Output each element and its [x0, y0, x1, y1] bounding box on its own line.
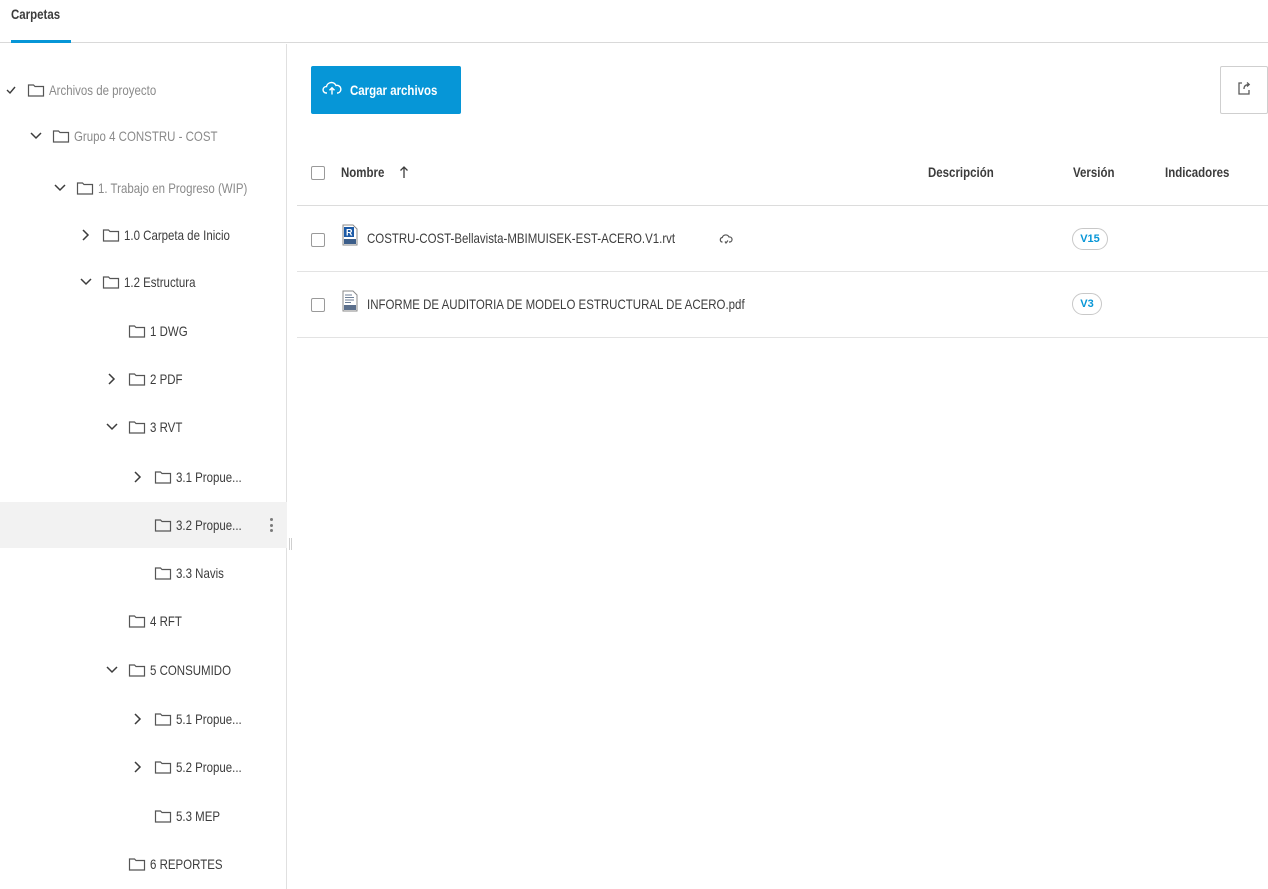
folder-icon — [102, 274, 120, 290]
tree-item-3-2-propuesta[interactable]: 3.2 Propue... — [0, 502, 287, 548]
sort-ascending-icon[interactable] — [399, 165, 409, 184]
folder-icon — [27, 82, 45, 98]
tab-bar: Carpetas — [0, 0, 1268, 43]
tree-item-label: 6 REPORTES — [150, 856, 223, 872]
share-button[interactable] — [1220, 66, 1268, 114]
tree-item-label: 5.2 Propue... — [176, 759, 242, 775]
chevron-down-icon[interactable] — [52, 180, 68, 196]
svg-text:R: R — [346, 228, 353, 238]
chevron-right-icon[interactable] — [130, 711, 146, 727]
folder-icon — [128, 613, 146, 629]
tree-item-label: 2 PDF — [150, 371, 183, 387]
tree-item-3-3-navis[interactable]: 3.3 Navis — [0, 550, 287, 596]
version-badge[interactable]: V15 — [1072, 228, 1108, 250]
folder-icon — [154, 565, 172, 581]
chevron-down-icon[interactable] — [104, 419, 120, 435]
check-icon[interactable] — [3, 82, 19, 98]
folder-icon — [76, 180, 94, 196]
tree-item-5-3-mep[interactable]: 5.3 MEP — [0, 793, 287, 839]
row-checkbox[interactable] — [311, 298, 325, 312]
tree-item-label: 5.3 MEP — [176, 808, 221, 824]
select-all-checkbox[interactable] — [311, 166, 325, 180]
tree-item-label: 1. Trabajo en Progreso (WIP) — [98, 180, 248, 196]
tree-item-label: 3.2 Propue... — [176, 517, 242, 533]
tree-item-label: 3 RVT — [150, 419, 183, 435]
tab-carpetas[interactable]: Carpetas — [11, 6, 60, 22]
tree-item-6-reportes[interactable]: 6 REPORTES — [0, 841, 287, 887]
column-header-version[interactable]: Versión — [1073, 164, 1114, 180]
column-header-name[interactable]: Nombre — [341, 164, 384, 180]
upload-files-label: Cargar archivos — [350, 82, 438, 98]
file-name[interactable]: INFORME DE AUDITORIA DE MODELO ESTRUCTUR… — [367, 296, 745, 312]
tree-item-5-2-propuesta[interactable]: 5.2 Propue... — [0, 744, 287, 790]
column-header-flags[interactable]: Indicadores — [1165, 164, 1229, 180]
sidebar-resize-handle[interactable] — [289, 538, 292, 550]
tree-item-5-consumido[interactable]: 5 CONSUMIDO — [0, 647, 287, 693]
chevron-down-icon[interactable] — [78, 274, 94, 290]
table-row[interactable]: R COSTRU-COST-Bellavista-MBIMUISEK-EST-A… — [297, 206, 1268, 272]
folder-tree: Archivos de proyecto Grupo 4 CONSTRU - C… — [0, 44, 287, 889]
folder-icon — [154, 808, 172, 824]
folder-icon — [52, 128, 70, 144]
tree-item-label: 1.0 Carpeta de Inicio — [124, 227, 230, 243]
tree-item-1-dwg[interactable]: 1 DWG — [0, 308, 287, 354]
folder-icon — [128, 856, 146, 872]
tree-item-carpeta-de-inicio[interactable]: 1.0 Carpeta de Inicio — [0, 212, 287, 258]
chevron-right-icon[interactable] — [130, 469, 146, 485]
folder-icon — [102, 227, 120, 243]
folder-icon — [154, 469, 172, 485]
folder-icon — [154, 759, 172, 775]
tree-item-label: 4 RFT — [150, 613, 182, 629]
tree-item-archivos-de-proyecto[interactable]: Archivos de proyecto — [0, 67, 287, 113]
tree-item-label: 1.2 Estructura — [124, 274, 196, 290]
tree-item-5-1-propuesta[interactable]: 5.1 Propue... — [0, 696, 287, 742]
folder-icon — [154, 517, 172, 533]
table-header: Nombre Descripción Versión Indicadores — [297, 140, 1268, 206]
table-row[interactable]: INFORME DE AUDITORIA DE MODELO ESTRUCTUR… — [297, 272, 1268, 338]
upload-files-button[interactable]: Cargar archivos — [311, 66, 461, 114]
folder-icon — [128, 419, 146, 435]
tree-item-2-pdf[interactable]: 2 PDF — [0, 356, 287, 402]
rvt-file-icon: R — [341, 224, 359, 251]
chevron-down-icon[interactable] — [28, 128, 44, 144]
file-name[interactable]: COSTRU-COST-Bellavista-MBIMUISEK-EST-ACE… — [367, 230, 675, 246]
folder-icon — [128, 371, 146, 387]
version-badge[interactable]: V3 — [1072, 293, 1102, 315]
column-header-description[interactable]: Descripción — [928, 164, 994, 180]
share-icon — [1236, 80, 1252, 101]
tree-item-label: 3.1 Propue... — [176, 469, 242, 485]
folder-icon — [128, 662, 146, 678]
tree-item-grupo-4[interactable]: Grupo 4 CONSTRU - COST — [0, 113, 287, 159]
cloud-sync-icon — [719, 232, 733, 250]
pdf-file-icon — [341, 290, 359, 317]
tree-item-4-rft[interactable]: 4 RFT — [0, 598, 287, 644]
more-options-icon[interactable] — [266, 515, 276, 535]
cloud-upload-icon — [322, 80, 342, 101]
tab-active-indicator — [11, 40, 71, 43]
tree-item-3-1-propuesta[interactable]: 3.1 Propue... — [0, 454, 287, 500]
folder-icon — [154, 711, 172, 727]
row-checkbox[interactable] — [311, 233, 325, 247]
tree-item-label: Archivos de proyecto — [49, 82, 157, 98]
tree-item-label: 3.3 Navis — [176, 565, 224, 581]
chevron-down-icon[interactable] — [104, 662, 120, 678]
tree-item-estructura[interactable]: 1.2 Estructura — [0, 259, 287, 305]
tree-item-label: 5.1 Propue... — [176, 711, 242, 727]
chevron-right-icon[interactable] — [130, 759, 146, 775]
tree-item-label: Grupo 4 CONSTRU - COST — [74, 128, 218, 144]
tree-item-3-rvt[interactable]: 3 RVT — [0, 404, 287, 450]
tree-item-trabajo-en-progreso[interactable]: 1. Trabajo en Progreso (WIP) — [0, 165, 287, 211]
tree-item-label: 5 CONSUMIDO — [150, 662, 232, 678]
chevron-right-icon[interactable] — [78, 227, 94, 243]
chevron-right-icon[interactable] — [104, 371, 120, 387]
folder-icon — [128, 323, 146, 339]
tree-item-label: 1 DWG — [150, 323, 188, 339]
